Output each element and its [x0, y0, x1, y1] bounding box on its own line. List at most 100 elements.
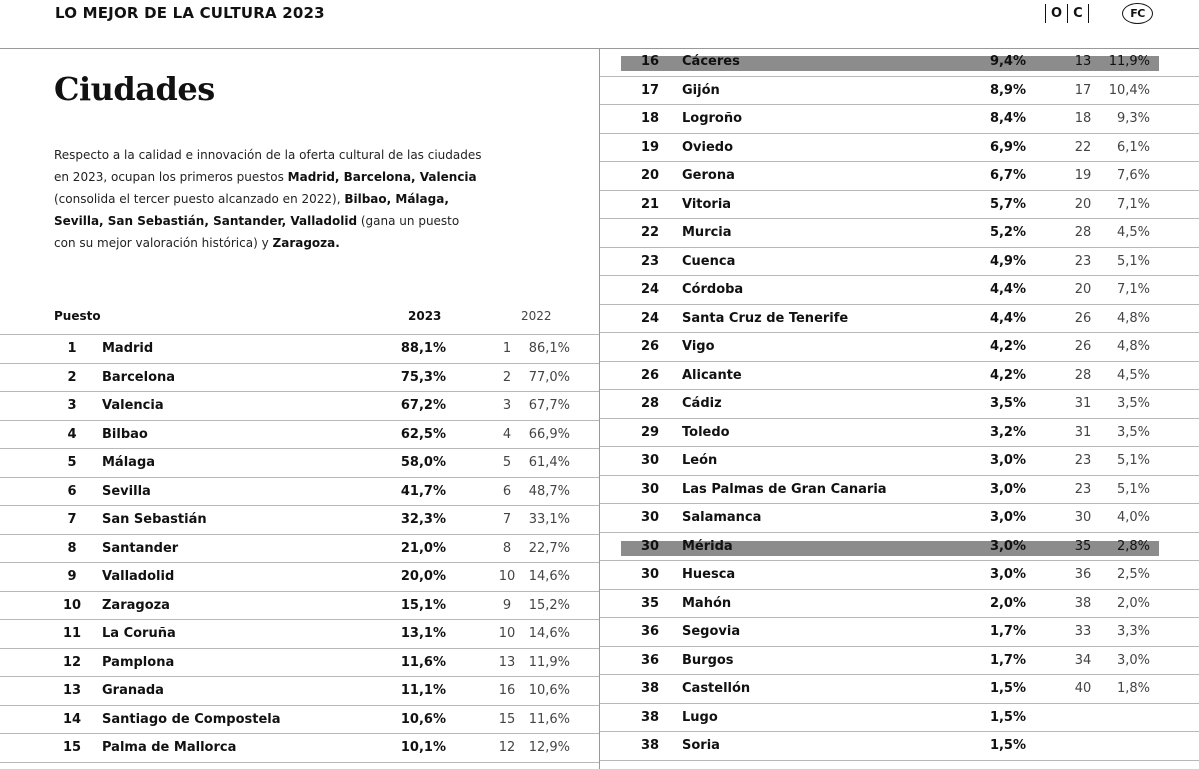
score-2022-cell: 4,0%	[1116, 510, 1150, 525]
rank-cell: 38	[640, 709, 660, 725]
table-row: 19 Oviedo 6,9% 22 6,1%	[600, 134, 1199, 162]
score-2023-cell: 20,0%	[400, 569, 446, 584]
city-cell: Vitoria	[682, 196, 732, 212]
table-row: 35 Mahón 2,0% 38 2,0%	[600, 590, 1199, 618]
score-2023-cell: 13,1%	[400, 626, 446, 641]
city-cell: Gerona	[682, 168, 735, 183]
score-2022-cell: 7,6%	[1116, 168, 1150, 183]
table-row: 16 Cáceres 9,4% 13 11,9%	[600, 48, 1199, 77]
score-2022-cell: 3,5%	[1116, 424, 1150, 440]
score-2022-cell: 86,1%	[528, 341, 570, 356]
city-cell: Sevilla	[102, 483, 151, 499]
intro-paragraph: Respecto a la calidad e innovación de la…	[54, 144, 484, 254]
table-row: 38 Soria 1,5%	[600, 732, 1199, 761]
score-2022-cell: 48,7%	[528, 483, 570, 499]
score-2022-cell: 66,9%	[528, 426, 570, 442]
city-cell: Bilbao	[102, 426, 148, 442]
city-cell: Cádiz	[682, 396, 722, 411]
table-row: 30 León 3,0% 23 5,1%	[600, 447, 1199, 476]
city-cell: Lugo	[682, 709, 718, 725]
city-cell: Pamplona	[102, 654, 175, 670]
table-row: 30 Salamanca 3,0% 30 4,0%	[600, 504, 1199, 533]
score-2022-cell: 2,8%	[1116, 538, 1150, 554]
rank-cell: 21	[640, 196, 660, 212]
score-2022-cell: 11,9%	[528, 654, 570, 670]
score-2022-cell: 2,0%	[1116, 595, 1150, 611]
logo-letter-o: O	[1051, 6, 1063, 21]
rank-cell: 16	[640, 54, 660, 69]
page-title: Ciudades	[54, 70, 215, 108]
score-2023-cell: 8,9%	[989, 82, 1026, 98]
city-cell: Huesca	[682, 567, 736, 582]
score-2022-cell: 14,6%	[528, 626, 570, 641]
rank-cell: 30	[640, 567, 660, 582]
score-2022-cell: 9,3%	[1116, 111, 1150, 126]
city-cell: Córdoba	[682, 282, 744, 297]
city-cell: Oviedo	[682, 139, 734, 155]
table-row: 36 Burgos 1,7% 34 3,0%	[600, 647, 1199, 675]
rank-cell: 36	[640, 624, 660, 639]
score-2022-cell: 77,0%	[528, 369, 570, 385]
city-cell: Las Palmas de Gran Canaria	[682, 481, 887, 497]
city-cell: Granada	[102, 683, 164, 698]
table-row: 10 Zaragoza 15,1% 9 15,2%	[0, 592, 599, 620]
table-row: 11 La Coruña 13,1% 10 14,6%	[0, 620, 599, 649]
score-2022-cell: 10,6%	[528, 683, 570, 698]
score-2022-cell: 4,8%	[1116, 310, 1150, 326]
rank-cell: 13	[62, 683, 82, 698]
score-2023-cell: 3,0%	[989, 510, 1026, 525]
city-cell: Cáceres	[682, 54, 740, 69]
city-cell: Castellón	[682, 681, 751, 696]
score-2023-cell: 1,7%	[989, 652, 1026, 668]
rank-cell: 26	[640, 339, 660, 354]
score-2023-cell: 11,6%	[400, 654, 446, 670]
score-2023-cell: 10,6%	[400, 711, 446, 727]
table-row: 28 Cádiz 3,5% 31 3,5%	[600, 390, 1199, 419]
city-cell: Valencia	[102, 398, 164, 413]
rank-cell: 6	[67, 483, 77, 499]
city-cell: Madrid	[102, 341, 154, 356]
city-cell: Santiago de Compostela	[102, 711, 281, 727]
score-2022-cell: 14,6%	[528, 569, 570, 584]
score-2023-cell: 3,2%	[989, 424, 1026, 440]
rank-cell: 15	[62, 740, 82, 755]
occ-logo: O C	[1040, 4, 1094, 23]
score-2023-cell: 10,1%	[400, 740, 446, 755]
score-2023-cell: 3,0%	[989, 567, 1026, 582]
score-2023-cell: 3,0%	[989, 453, 1026, 468]
city-cell: Barcelona	[102, 369, 176, 385]
rank-cell: 26	[640, 367, 660, 383]
rank-cell: 12	[62, 654, 82, 670]
rank-cell: 30	[640, 453, 660, 468]
table-row: 13 Granada 11,1% 16 10,6%	[0, 677, 599, 706]
rank-cell: 8	[67, 540, 77, 556]
table-row: 26 Vigo 4,2% 26 4,8%	[600, 333, 1199, 362]
score-2022-cell: 7,1%	[1116, 196, 1150, 212]
table-row: 17 Gijón 8,9% 17 10,4%	[600, 77, 1199, 105]
rank-cell: 1	[67, 341, 77, 356]
city-cell: Salamanca	[682, 510, 762, 525]
table-row: 15 Palma de Mallorca 10,1% 12 12,9%	[0, 734, 599, 763]
city-cell: Valladolid	[102, 569, 175, 584]
score-2023-cell: 5,2%	[989, 225, 1026, 240]
rank-cell: 36	[640, 652, 660, 668]
score-2022-cell: 4,5%	[1116, 225, 1150, 240]
intro-highlight: Zaragoza.	[272, 236, 340, 250]
table-row: 2 Barcelona 75,3% 2 77,0%	[0, 364, 599, 392]
ranking-table-right: 16 Cáceres 9,4% 13 11,9% 17 Gijón 8,9% 17 10,4% 18…	[600, 48, 1199, 761]
score-2022-cell: 67,7%	[528, 398, 570, 413]
table-row: 30 Huesca 3,0% 36 2,5%	[600, 561, 1199, 590]
score-2023-cell: 15,1%	[400, 597, 446, 613]
table-row: 7 San Sebastián 32,3% 7 33,1%	[0, 506, 599, 535]
score-2023-cell: 3,0%	[989, 538, 1026, 554]
score-2023-cell: 1,7%	[989, 624, 1026, 639]
city-cell: Logroño	[682, 111, 743, 126]
city-cell: Mahón	[682, 595, 732, 611]
score-2023-cell: 88,1%	[400, 341, 446, 356]
city-cell: Alicante	[682, 367, 742, 383]
score-2022-cell: 11,6%	[528, 711, 570, 727]
rank-cell: 18	[640, 111, 660, 126]
city-cell: Palma de Mallorca	[102, 740, 237, 755]
rank-cell: 20	[640, 168, 660, 183]
score-2023-cell: 2,0%	[989, 595, 1026, 611]
